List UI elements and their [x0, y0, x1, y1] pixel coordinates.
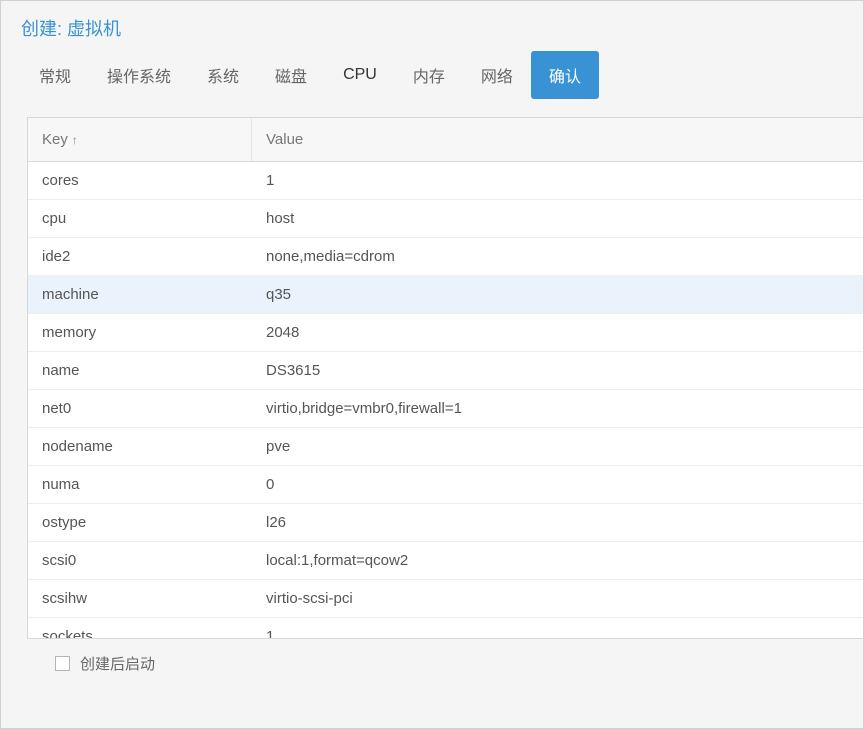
cell-value: 1 — [252, 628, 863, 639]
cell-value: 1 — [252, 172, 863, 189]
cell-value: l26 — [252, 514, 863, 531]
table-row[interactable]: numa0 — [28, 466, 863, 504]
table-row[interactable]: net0virtio,bridge=vmbr0,firewall=1 — [28, 390, 863, 428]
tab-cpu[interactable]: CPU — [325, 54, 395, 96]
cell-key: scsihw — [28, 590, 252, 607]
cell-value: 2048 — [252, 324, 863, 341]
confirm-content: Key ↑ Value cores1cpuhostide2none,media=… — [1, 99, 863, 674]
cell-key: net0 — [28, 400, 252, 417]
table-row[interactable]: memory2048 — [28, 314, 863, 352]
table-row[interactable]: machineq35 — [28, 276, 863, 314]
cell-value: pve — [252, 438, 863, 455]
cell-key: scsi0 — [28, 552, 252, 569]
cell-value: none,media=cdrom — [252, 248, 863, 265]
cell-key: ide2 — [28, 248, 252, 265]
table-row[interactable]: nodenamepve — [28, 428, 863, 466]
cell-key: memory — [28, 324, 252, 341]
tab-memory[interactable]: 内存 — [395, 51, 463, 99]
create-vm-dialog: 创建: 虚拟机 常规 操作系统 系统 磁盘 CPU 内存 网络 确认 Key ↑… — [0, 0, 864, 729]
start-after-create-label: 创建后启动 — [80, 653, 155, 674]
tab-disk[interactable]: 磁盘 — [257, 51, 325, 99]
dialog-title: 创建: 虚拟机 — [1, 1, 863, 51]
table-row[interactable]: sockets1 — [28, 618, 863, 639]
cell-key: ostype — [28, 514, 252, 531]
cell-key: cpu — [28, 210, 252, 227]
table-row[interactable]: cpuhost — [28, 200, 863, 238]
table-row[interactable]: ide2none,media=cdrom — [28, 238, 863, 276]
cell-value: DS3615 — [252, 362, 863, 379]
wizard-tabbar: 常规 操作系统 系统 磁盘 CPU 内存 网络 确认 — [1, 51, 863, 99]
cell-value: 0 — [252, 476, 863, 493]
table-row[interactable]: cores1 — [28, 162, 863, 200]
cell-key: cores — [28, 172, 252, 189]
tab-system[interactable]: 系统 — [189, 51, 257, 99]
tab-network[interactable]: 网络 — [463, 51, 531, 99]
column-value-label: Value — [266, 131, 303, 148]
cell-value: virtio-scsi-pci — [252, 590, 863, 607]
table-row[interactable]: scsihwvirtio-scsi-pci — [28, 580, 863, 618]
table-row[interactable]: ostypel26 — [28, 504, 863, 542]
cell-key: sockets — [28, 628, 252, 639]
table-header: Key ↑ Value — [28, 118, 863, 162]
column-header-key[interactable]: Key ↑ — [28, 118, 252, 161]
tab-confirm[interactable]: 确认 — [531, 51, 599, 99]
column-header-value[interactable]: Value — [252, 131, 863, 148]
column-key-label: Key — [42, 131, 68, 148]
table-row[interactable]: nameDS3615 — [28, 352, 863, 390]
cell-key: numa — [28, 476, 252, 493]
cell-value: virtio,bridge=vmbr0,firewall=1 — [252, 400, 863, 417]
summary-table: Key ↑ Value cores1cpuhostide2none,media=… — [27, 117, 863, 639]
cell-value: q35 — [252, 286, 863, 303]
table-body: cores1cpuhostide2none,media=cdrommachine… — [28, 162, 863, 639]
tab-os[interactable]: 操作系统 — [89, 51, 189, 99]
dialog-footer: 创建后启动 — [27, 639, 863, 674]
cell-key: nodename — [28, 438, 252, 455]
tab-general[interactable]: 常规 — [21, 51, 89, 99]
sort-asc-icon: ↑ — [72, 133, 78, 147]
cell-key: machine — [28, 286, 252, 303]
start-after-create-checkbox[interactable] — [55, 656, 70, 671]
cell-value: local:1,format=qcow2 — [252, 552, 863, 569]
cell-value: host — [252, 210, 863, 227]
table-row[interactable]: scsi0local:1,format=qcow2 — [28, 542, 863, 580]
cell-key: name — [28, 362, 252, 379]
